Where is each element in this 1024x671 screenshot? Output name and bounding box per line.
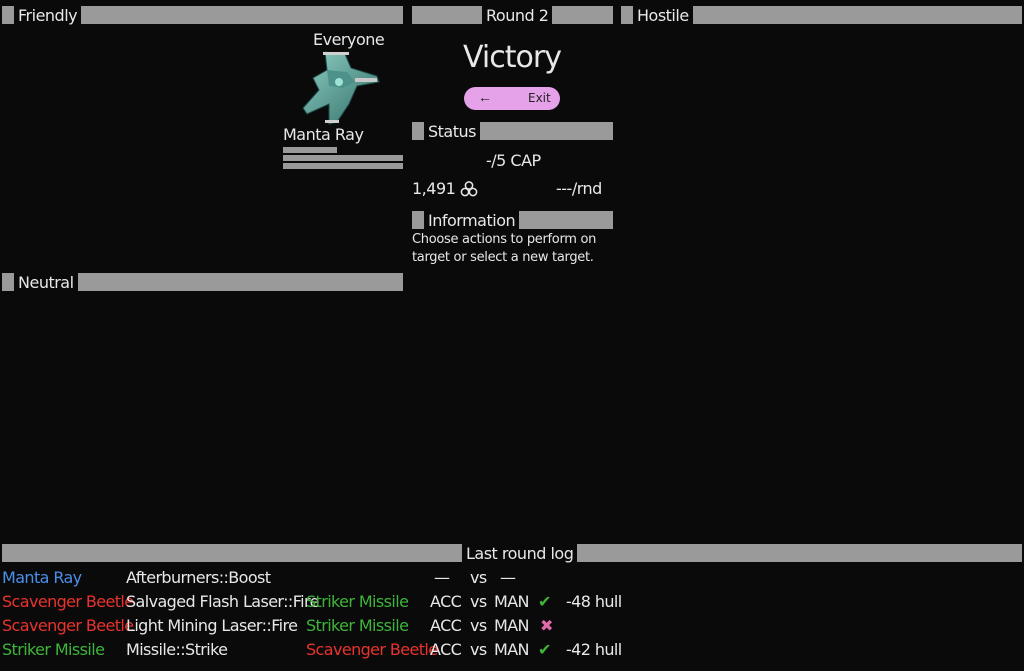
- log-action: Salvaged Flash Laser::Fire: [126, 592, 319, 611]
- battle-result-title: Victory: [463, 40, 562, 75]
- log-actor: Scavenger Beetle: [2, 592, 134, 611]
- capacity-value: -/5 CAP: [486, 151, 541, 170]
- hull-bar: [283, 147, 403, 153]
- miss-cross-icon: ✖: [540, 616, 553, 635]
- log-attack-stat: ACC: [430, 640, 462, 659]
- log-defense-stat: MAN: [494, 616, 530, 635]
- hit-check-icon: ✔: [538, 592, 551, 611]
- hostile-label: Hostile: [637, 5, 689, 25]
- log-attack-stat: ACC: [430, 592, 462, 611]
- log-target: Striker Missile: [306, 616, 409, 635]
- round-header: Round 2: [412, 5, 613, 25]
- log-action: Missile::Strike: [126, 640, 228, 659]
- log-attack-stat: —: [434, 568, 450, 587]
- information-label: Information: [428, 210, 516, 230]
- hit-check-icon: ✔: [538, 640, 551, 659]
- credits-value: 1,491: [412, 179, 456, 198]
- manta-ray-ship-icon: [302, 51, 380, 125]
- credits-icon: [460, 181, 478, 197]
- log-label: Last round log: [466, 543, 574, 563]
- arrow-left-icon: ←: [478, 89, 492, 105]
- log-defense-stat: MAN: [494, 592, 530, 611]
- log-actor: Manta Ray: [2, 568, 82, 587]
- exit-button[interactable]: ← Exit: [464, 87, 560, 110]
- log-defense-stat: MAN: [494, 640, 530, 659]
- status-header: Status: [412, 121, 613, 141]
- exit-label: Exit: [528, 91, 551, 105]
- log-action: Afterburners::Boost: [126, 568, 271, 587]
- header-marker: [621, 6, 633, 24]
- log-vs: vs: [470, 592, 487, 611]
- log-header: Last round log: [2, 543, 1022, 563]
- log-result: -48 hull: [566, 592, 622, 611]
- friendly-header: Friendly: [2, 5, 403, 25]
- energy-bar: [283, 163, 403, 169]
- log-attack-stat: ACC: [430, 616, 462, 635]
- log-defense-stat: —: [500, 568, 516, 587]
- header-marker: [412, 211, 424, 229]
- log-vs: vs: [470, 568, 487, 587]
- log-vs: vs: [470, 640, 487, 659]
- neutral-label: Neutral: [18, 272, 74, 292]
- log-result: -42 hull: [566, 640, 622, 659]
- shield-bar: [283, 155, 403, 161]
- hostile-header: Hostile: [621, 5, 1022, 25]
- header-marker: [2, 273, 14, 291]
- neutral-header: Neutral: [2, 272, 403, 292]
- ship-owner: Everyone: [313, 30, 385, 49]
- rate-value: ---/rnd: [556, 179, 602, 198]
- log-vs: vs: [470, 616, 487, 635]
- header-marker: [412, 122, 424, 140]
- log-action: Light Mining Laser::Fire: [126, 616, 298, 635]
- information-text: Choose actions to perform on target or s…: [412, 232, 597, 265]
- ship-name: Manta Ray: [283, 125, 364, 144]
- header-marker: [2, 6, 14, 24]
- round-label: Round 2: [486, 5, 549, 25]
- status-label: Status: [428, 121, 476, 141]
- log-target: Striker Missile: [306, 592, 409, 611]
- information-header: Information: [412, 210, 613, 230]
- friendly-label: Friendly: [18, 5, 78, 25]
- log-actor: Scavenger Beetle: [2, 616, 134, 635]
- log-actor: Striker Missile: [2, 640, 105, 659]
- log-target: Scavenger Beetle: [306, 640, 438, 659]
